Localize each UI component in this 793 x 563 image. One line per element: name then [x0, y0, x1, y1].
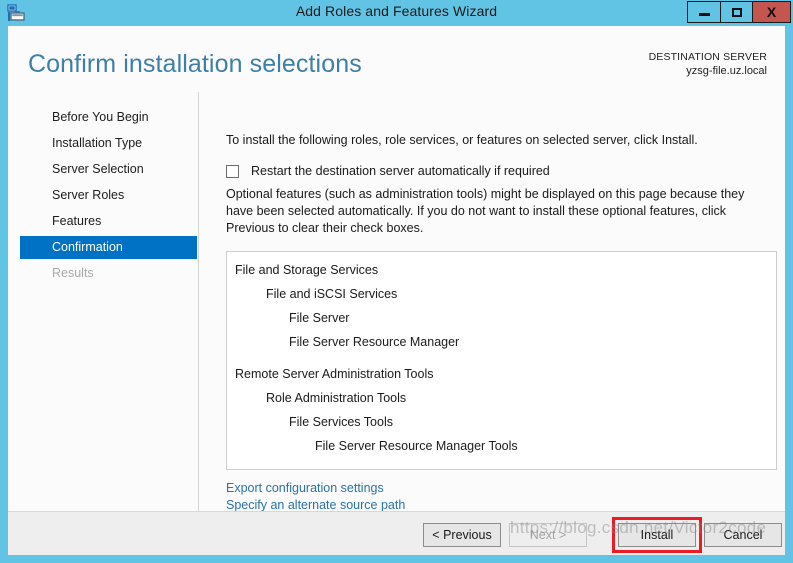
list-item: File and Storage Services [235, 263, 379, 277]
intro-text: To install the following roles, role ser… [226, 133, 698, 147]
restart-checkbox[interactable] [226, 164, 239, 178]
sidebar-item-before-you-begin[interactable]: Before You Begin [20, 106, 197, 129]
restart-checkbox-label: Restart the destination server automatic… [251, 164, 550, 178]
minimize-button[interactable] [687, 1, 720, 23]
wizard-footer: < Previous Next > Install Cancel [8, 512, 785, 555]
page-header: Confirm installation selections DESTINAT… [8, 26, 785, 92]
destination-server-value: yzsg-file.uz.local [686, 65, 767, 77]
page-title: Confirm installation selections [28, 50, 362, 78]
main-content: To install the following roles, role ser… [199, 92, 785, 514]
list-item: File Server [289, 311, 350, 325]
list-item: File Services Tools [289, 415, 393, 429]
sidebar-item-installation-type[interactable]: Installation Type [20, 132, 197, 155]
list-item: Role Administration Tools [266, 391, 407, 405]
sidebar-item-server-selection[interactable]: Server Selection [20, 158, 197, 181]
close-button[interactable]: X [752, 1, 791, 23]
sidebar-item-confirmation[interactable]: Confirmation [20, 236, 197, 259]
action-links: Export configuration settings Specify an… [226, 480, 405, 514]
optional-features-note: Optional features (such as administratio… [226, 187, 745, 235]
wizard-server-icon [6, 3, 26, 23]
next-button: Next > [509, 523, 587, 547]
sidebar-item-features[interactable]: Features [20, 210, 197, 233]
destination-server-label: DESTINATION SERVER [648, 51, 767, 63]
sidebar-item-server-roles[interactable]: Server Roles [20, 184, 197, 207]
destination-server-block: DESTINATION SERVER yzsg-file.uz.local [649, 50, 767, 78]
client-area: Confirm installation selections DESTINAT… [8, 26, 785, 555]
list-item: File and iSCSI Services [266, 287, 398, 301]
previous-button[interactable]: < Previous [423, 523, 501, 547]
wizard-nav-sidebar: Before You Begin Installation Type Serve… [8, 92, 198, 511]
install-button[interactable]: Install [618, 523, 696, 547]
sidebar-item-results: Results [52, 266, 94, 280]
list-item: Remote Server Administration Tools [235, 367, 434, 381]
selections-listbox[interactable]: File and Storage Services File and iSCSI… [226, 251, 777, 470]
list-item: File Server Resource Manager Tools [315, 439, 518, 453]
export-configuration-settings-link[interactable]: Export configuration settings [226, 480, 405, 497]
maximize-icon [731, 7, 742, 17]
maximize-button[interactable] [720, 1, 752, 23]
wizard-window: Add Roles and Features Wizard X Confirm … [0, 0, 793, 563]
restart-checkbox-row[interactable]: Restart the destination server automatic… [226, 162, 550, 180]
cancel-button[interactable]: Cancel [704, 523, 782, 547]
minimize-icon [698, 13, 710, 16]
title-bar[interactable]: Add Roles and Features Wizard X [0, 0, 793, 26]
list-item: File Server Resource Manager [289, 335, 460, 349]
window-title: Add Roles and Features Wizard [295, 3, 498, 19]
